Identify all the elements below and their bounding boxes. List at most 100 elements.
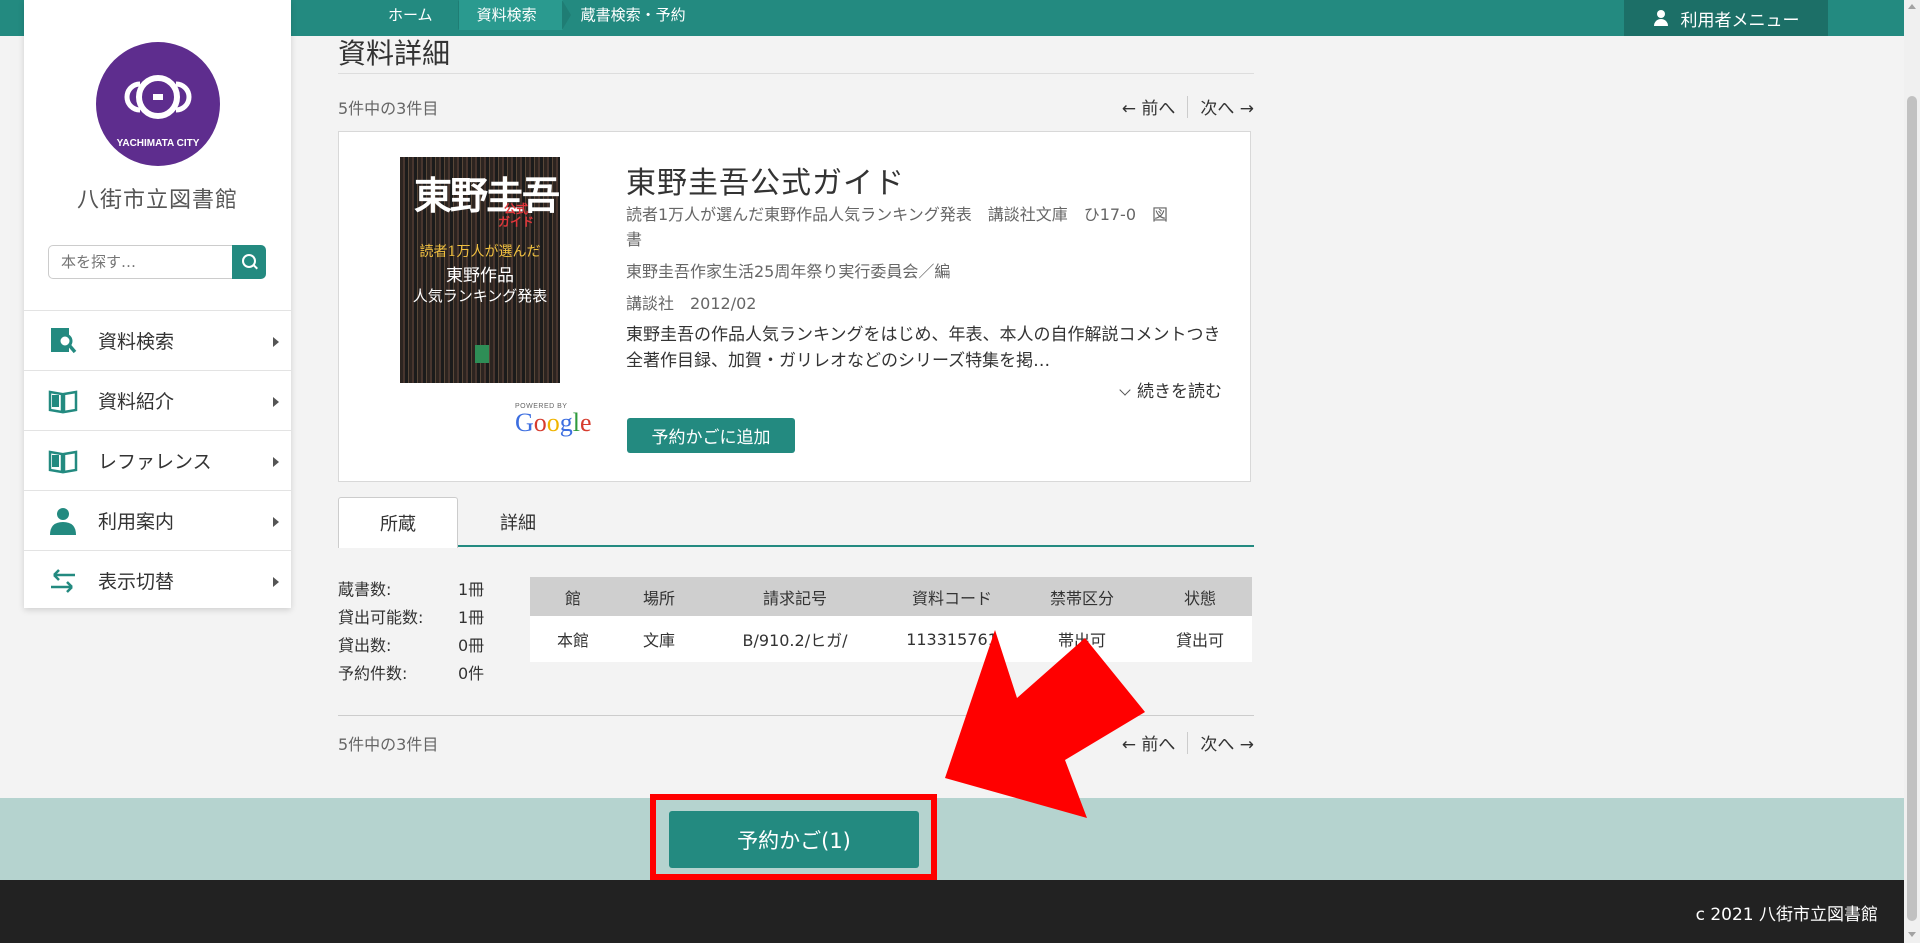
google-books-logo[interactable]: POWERED BY Google <box>515 403 592 436</box>
stat-key: 予約件数: <box>338 664 408 683</box>
result-counter: 5件中の3件目 <box>338 99 439 118</box>
sidebar-item-search[interactable]: 資料検索 <box>24 310 291 370</box>
cover-subtitle-text: 公式 ガイド <box>498 202 535 229</box>
pager-divider <box>1187 731 1189 754</box>
caret-right-icon <box>273 397 279 407</box>
breadcrumb: ホーム 資料検索 蔵書検索・予約 <box>370 0 712 30</box>
copyright-text: c 2021 八街市立図書館 <box>1695 905 1878 925</box>
vertical-scrollbar[interactable] <box>1904 0 1920 943</box>
sidebar-item-guide[interactable]: 利用案内 <box>24 490 291 550</box>
stat-row: 貸出可能数: 1冊 <box>338 604 484 632</box>
person-icon <box>50 507 76 535</box>
read-more-label: 続きを読む <box>1137 382 1222 402</box>
sidebar-item-label: 資料紹介 <box>98 391 175 413</box>
stat-key: 貸出可能数: <box>338 608 424 627</box>
sidebar: YACHIMATA CITY 八街市立図書館 資料検索 資料紹介 <box>24 0 291 608</box>
footer: c 2021 八街市立図書館 <box>0 880 1904 943</box>
column-header: 請求記号 <box>702 577 888 616</box>
caret-right-icon <box>273 337 279 347</box>
caret-right-icon <box>273 517 279 527</box>
breadcrumb-home[interactable]: ホーム <box>370 0 467 30</box>
scrollbar-thumb[interactable] <box>1907 96 1917 921</box>
sidebar-item-display-toggle[interactable]: 表示切替 <box>24 550 291 610</box>
title-divider <box>338 73 1254 74</box>
stat-row: 予約件数: 0件 <box>338 660 484 688</box>
open-book-icon <box>48 390 78 413</box>
scroll-down-icon[interactable] <box>1908 932 1916 937</box>
tab-holdings[interactable]: 所蔵 <box>338 497 458 548</box>
breadcrumb-current-label: 蔵書検索・予約 <box>580 6 686 24</box>
table-cell: B/910.2/ヒガ/ <box>702 616 888 662</box>
pager-divider <box>1187 95 1189 118</box>
book-description: 東野圭吾の作品人気ランキングをはじめ、年表、本人の自作解説コメントつき全著作目録… <box>626 325 1221 371</box>
scroll-up-icon[interactable] <box>1908 4 1916 9</box>
user-menu-label: 利用者メニュー <box>1680 10 1800 31</box>
page-title: 資料詳細 <box>338 37 451 70</box>
stat-key: 蔵書数: <box>338 580 392 599</box>
red-arrow-annotation <box>945 630 1145 818</box>
user-icon <box>1653 10 1669 26</box>
holding-stats: 蔵書数: 1冊 貸出可能数: 1冊 貸出数: 0冊 予約件数: 0件 <box>338 576 484 688</box>
column-header: 館 <box>530 577 616 616</box>
stat-row: 貸出数: 0冊 <box>338 632 484 660</box>
stat-value: 1冊 <box>458 608 485 627</box>
logo-mark-icon <box>124 75 192 119</box>
book-cover-image: 東野圭吾 公式 ガイド 読者1万人が選んだ 東野作品 人気ランキング発表 <box>400 157 560 383</box>
search-input[interactable] <box>48 245 232 279</box>
result-counter-bottom: 5件中の3件目 <box>338 735 439 754</box>
breadcrumb-search[interactable]: 資料検索 <box>458 0 571 30</box>
library-name: 八街市立図書館 <box>76 188 238 213</box>
publisher-mark-icon <box>475 345 489 363</box>
cover-headline2-text: 人気ランキング発表 <box>412 287 548 305</box>
book-author[interactable]: 東野圭吾作家生活25周年祭り実行委員会／編 <box>626 259 950 284</box>
stat-row: 蔵書数: 1冊 <box>338 576 484 604</box>
book-subtitle: 読者1万人が選んだ東野作品人気ランキング発表 講談社文庫 ひ17-0 図 <box>626 205 1169 224</box>
column-header: 資料コード <box>888 577 1016 616</box>
cover-tagline-text: 読者1万人が選んだ <box>419 244 541 260</box>
breadcrumb-home-label: ホーム <box>388 6 433 24</box>
table-header-row: 館 場所 請求記号 資料コード 禁帯区分 状態 <box>530 577 1252 616</box>
stat-key: 貸出数: <box>338 636 392 655</box>
user-menu-button[interactable]: 利用者メニュー <box>1624 0 1828 36</box>
detail-tabs: 所蔵 詳細 <box>338 497 1254 548</box>
sidebar-item-reference[interactable]: レファレンス <box>24 430 291 490</box>
breadcrumb-search-label: 資料検索 <box>476 6 537 24</box>
caret-right-icon <box>273 457 279 467</box>
sidebar-item-introduction[interactable]: 資料紹介 <box>24 370 291 430</box>
pager-top: ← 前へ 次へ → <box>1122 94 1254 119</box>
sidebar-item-label: レファレンス <box>98 451 212 473</box>
book-card: 東野圭吾 公式 ガイド 読者1万人が選んだ 東野作品 人気ランキング発表 POWE… <box>338 131 1251 482</box>
tab-details[interactable]: 詳細 <box>458 497 578 547</box>
add-to-cart-button[interactable]: 予約かごに追加 <box>627 418 795 453</box>
column-header: 禁帯区分 <box>1016 577 1148 616</box>
library-logo[interactable]: YACHIMATA CITY <box>96 42 220 166</box>
sidebar-search <box>48 245 266 279</box>
book-title: 東野圭吾公式ガイド <box>626 166 905 201</box>
swap-icon <box>51 568 75 593</box>
prev-link[interactable]: ← 前へ <box>1122 94 1176 119</box>
google-logo-text: Google <box>515 408 592 437</box>
column-header: 状態 <box>1148 577 1252 616</box>
sidebar-item-label: 資料検索 <box>98 331 175 353</box>
sidebar-item-label: 表示切替 <box>98 571 175 593</box>
logo-city-text: YACHIMATA CITY <box>116 138 200 149</box>
stat-value: 0冊 <box>458 636 485 655</box>
chevron-down-icon <box>1119 384 1131 396</box>
open-book-icon <box>48 450 78 473</box>
search-button[interactable] <box>232 245 266 279</box>
caret-right-icon <box>273 577 279 587</box>
cover-headline-text: 東野作品 <box>446 266 514 286</box>
highlight-box <box>650 794 937 880</box>
sidebar-nav: 資料検索 資料紹介 レファレンス 利用案内 表示切替 <box>24 310 291 610</box>
book-subtitle-cont: 書 <box>626 230 643 249</box>
table-cell: 本館 <box>530 616 616 662</box>
book-search-icon <box>51 327 77 353</box>
sidebar-item-label: 利用案内 <box>98 511 175 533</box>
book-publisher: 講談社 2012/02 <box>626 294 757 313</box>
table-cell: 文庫 <box>616 616 702 662</box>
read-more-link[interactable]: 続きを読む <box>1119 377 1222 402</box>
column-header: 場所 <box>616 577 702 616</box>
next-link[interactable]: 次へ → <box>1200 94 1254 119</box>
stat-value: 0件 <box>458 664 485 683</box>
next-link[interactable]: 次へ → <box>1200 730 1254 755</box>
